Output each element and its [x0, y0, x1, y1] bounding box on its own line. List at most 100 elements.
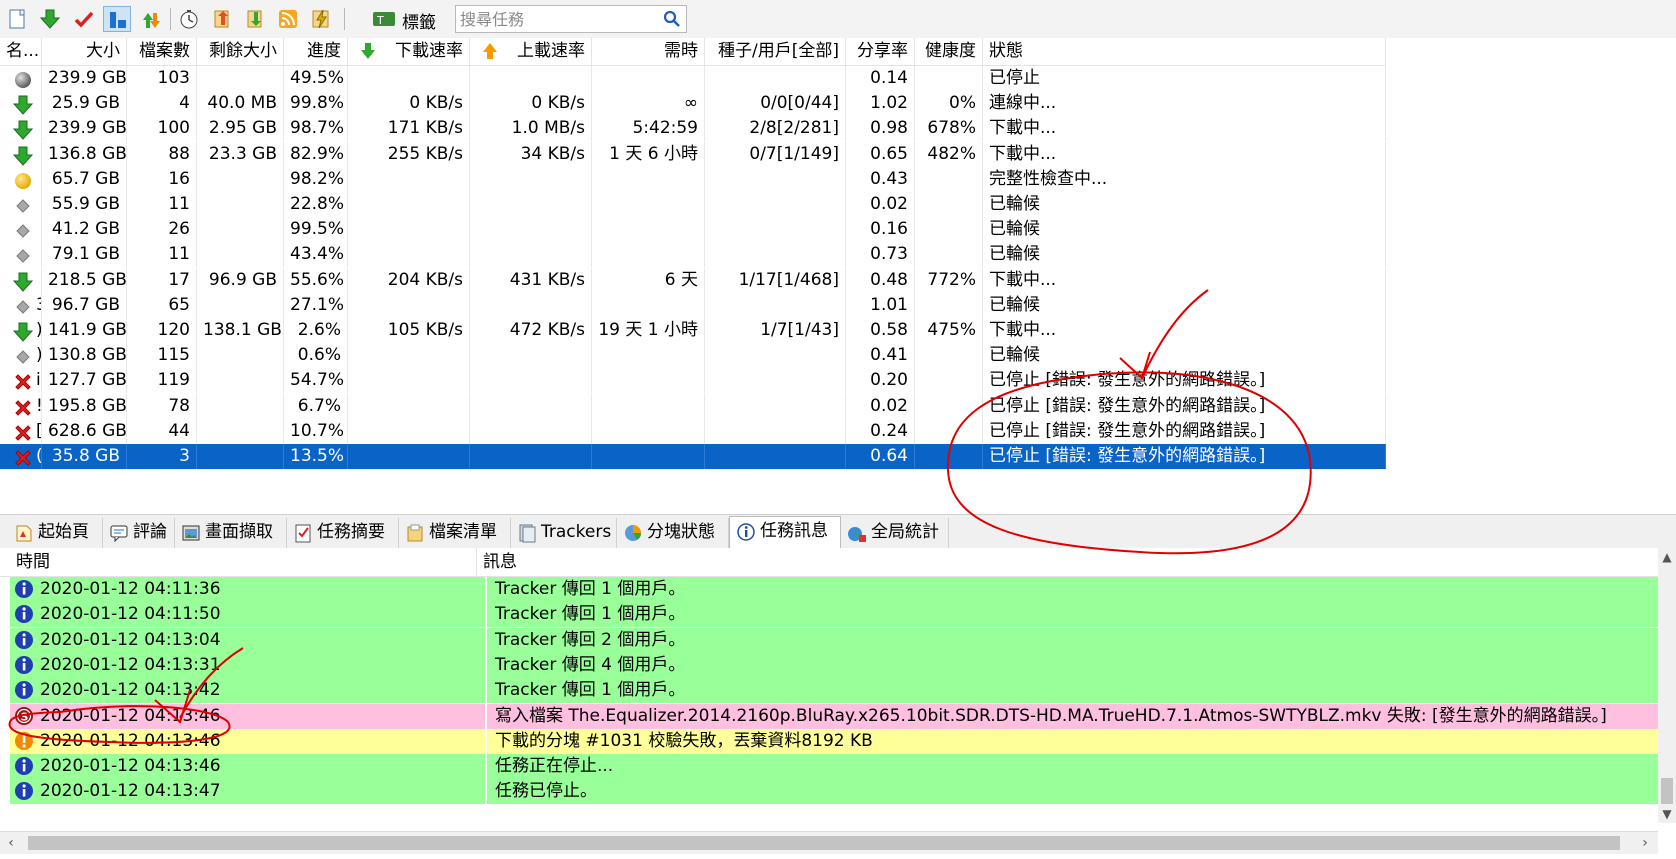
scroll-down-icon[interactable]: ▼	[1658, 805, 1676, 823]
torrent-down-cell: 255 KB/s	[348, 141, 470, 167]
torrent-row[interactable]: 25.9 GB 4 40.0 MB 99.8% 0 KB/s 0 KB/s ∞ 0/0[0/4…	[0, 91, 1386, 117]
torrent-remaining-cell	[197, 368, 284, 394]
torrent-up-cell	[470, 368, 592, 394]
column-header-remaining[interactable]: 剩餘大小	[197, 38, 284, 65]
torrent-eta-cell	[592, 166, 705, 192]
tab-task-summary[interactable]: 任務摘要	[287, 518, 399, 548]
layout-icon[interactable]	[103, 6, 131, 32]
column-header-name[interactable]: 名...	[0, 38, 42, 65]
torrent-row[interactable]: 239.9 GB 100 2.95 GB 98.7% 171 KB/s 1.0 MB/s 5…	[0, 116, 1386, 142]
column-header-progress[interactable]: 進度	[284, 38, 348, 65]
torrent-row[interactable]: ) 141.9 GB 120 138.1 GB 2.6% 105 KB/s 472 KB/s…	[0, 318, 1386, 343]
log-header-time[interactable]: 時間	[10, 548, 477, 576]
log-row[interactable]: 2020-01-12 04:11:36 Tracker 傳回 1 個用戶。	[10, 577, 1658, 602]
torrent-row[interactable]: ) 130.8 GB 115 0.6% 0.41 已輪候	[0, 343, 1386, 369]
torrent-row[interactable]: 79.1 GB 11 43.4% 0.73 已輪候	[0, 242, 1386, 268]
torrent-row[interactable]: 396.7 GB65 27.1% 1.01 已輪候	[0, 292, 1386, 318]
log-row[interactable]: 2020-01-12 04:13:46 任務正在停止...	[10, 754, 1658, 780]
torrent-health-cell	[915, 368, 983, 394]
tab-global-stats[interactable]: 全局統計	[841, 518, 949, 548]
torrent-row[interactable]: !195.8 GB78 6.7% 0.02 已停止 [錯誤: 發生意外的網路錯誤。]	[0, 393, 1386, 419]
timer-icon[interactable]	[175, 6, 203, 32]
torrent-row[interactable]: 136.8 GB 88 23.3 GB 82.9% 255 KB/s 34 KB/s 1 天…	[0, 141, 1386, 167]
column-header-files[interactable]: 檔案數	[127, 38, 197, 65]
tab-pie-chart[interactable]: 分塊狀態	[617, 518, 729, 548]
tab-trackers[interactable]: Trackers	[511, 518, 617, 548]
checkmark-icon[interactable]	[70, 6, 98, 32]
download-icon[interactable]	[36, 6, 64, 32]
log-row[interactable]: 2020-01-12 04:13:31 Tracker 傳回 4 個用戶。	[10, 652, 1658, 678]
log-row[interactable]: S 2020-01-12 04:13:46 寫入檔案 The.Equalizer.2…	[10, 703, 1658, 729]
scroll-up-icon[interactable]: ▲	[1658, 548, 1676, 566]
log-row[interactable]: 2020-01-12 04:13:04 Tracker 傳回 2 個用戶。	[10, 627, 1658, 653]
torrent-row[interactable]: 41.2 GB 26 99.5% 0.16 已輪候	[0, 217, 1386, 243]
torrent-down-cell	[348, 66, 470, 91]
tab-home-page[interactable]: 起始頁	[8, 518, 103, 548]
torrent-progress-cell: 99.8%	[284, 91, 348, 117]
column-header-health[interactable]: 健康度	[915, 38, 983, 65]
log-time: 2020-01-12 04:13:46	[40, 730, 221, 751]
torrent-size-cell: 96.7 GB	[42, 292, 127, 318]
log-row[interactable]: 2020-01-12 04:13:47 任務已停止。	[10, 779, 1658, 805]
speed-limit-icon[interactable]	[307, 6, 335, 32]
torrent-row[interactable]: 218.5 GB 17 96.9 GB 55.6% 204 KB/s 431 KB/s 6 …	[0, 267, 1386, 293]
search-input[interactable]	[458, 7, 662, 31]
log-row[interactable]: 2020-01-12 04:13:46 下載的分塊 #1031 校驗失敗，丟棄資料…	[10, 728, 1658, 754]
log-header-message[interactable]: 訊息	[477, 548, 1658, 576]
torrent-seeds-cell	[705, 166, 846, 192]
torrent-row[interactable]: i 127.7 GB 119 54.7% 0.20 已停止 [錯誤: 發生意外的網路錯誤。…	[0, 368, 1386, 394]
tab-label: 任務訊息	[760, 521, 828, 541]
torrent-health-cell	[915, 192, 983, 217]
torrent-row[interactable]: (35.8 GB 3 13.5% 0.64 已停止 [錯誤: 發生意外的網路錯誤。]	[0, 444, 1386, 469]
column-header-eta[interactable]: 需時	[592, 38, 705, 65]
torrent-eta-cell: 19 天 1 小時	[592, 318, 705, 343]
move-up-icon[interactable]	[208, 6, 236, 32]
scrollbar-thumb[interactable]	[28, 836, 1620, 850]
torrent-files-cell: 103	[127, 66, 197, 91]
torrent-seeds-cell: 0/0[0/44]	[705, 91, 846, 117]
scroll-left-icon[interactable]: ‹	[0, 832, 22, 854]
search-icon[interactable]	[663, 10, 681, 28]
search-box[interactable]	[455, 5, 687, 33]
tab-screenshot[interactable]: 畫面擷取	[175, 518, 287, 548]
torrent-seeds-cell	[705, 292, 846, 318]
torrent-health-cell	[915, 242, 983, 268]
torrent-row[interactable]: [628.6 GB 44 10.7% 0.24 已停止 [錯誤: 發生意外的網路錯誤。]	[0, 418, 1386, 444]
torrent-health-cell: 678%	[915, 116, 983, 142]
torrent-remaining-cell	[197, 343, 284, 369]
scrollbar-thumb[interactable]	[1661, 778, 1673, 804]
column-header-status[interactable]: 狀態	[983, 38, 1386, 65]
column-header-seeds[interactable]: 種子/用戶[全部]	[705, 38, 846, 65]
torrent-row[interactable]: 55.9 GB 11 22.8% 0.02 已輪候	[0, 192, 1386, 217]
torrent-name-cell	[0, 242, 42, 268]
torrent-row[interactable]: 65.7 GB 16 98.2% 0.43 完整性檢查中...	[0, 166, 1386, 192]
scroll-right-icon[interactable]: ›	[1634, 832, 1656, 854]
torrent-eta-cell	[592, 368, 705, 394]
column-header-size[interactable]: 大小	[42, 38, 127, 65]
torrent-list: 名... 大小 檔案數 剩餘大小 進度 下載速率 上載速率 需時 種子/用戶[全…	[0, 38, 1676, 514]
torrent-down-cell	[348, 292, 470, 318]
tab-file-list[interactable]: 檔案清單	[399, 518, 511, 548]
rss-icon[interactable]	[274, 6, 302, 32]
tab-info[interactable]: 任務訊息	[729, 516, 841, 549]
column-header-ratio[interactable]: 分享率	[846, 38, 915, 65]
column-header-down-speed[interactable]: 下載速率	[348, 38, 470, 65]
vertical-scrollbar[interactable]: ▲ ▼	[1658, 548, 1676, 823]
new-task-icon[interactable]	[4, 6, 32, 32]
column-header-up-speed[interactable]: 上載速率	[470, 38, 592, 65]
torrent-up-cell	[470, 418, 592, 444]
torrent-health-cell	[915, 66, 983, 91]
torrent-size-cell: 195.8 GB	[42, 393, 127, 419]
log-row[interactable]: 2020-01-12 04:13:42 Tracker 傳回 1 個用戶。	[10, 678, 1658, 704]
torrent-status-cell: 已停止 [錯誤: 發生意外的網路錯誤。]	[983, 368, 1386, 394]
torrent-size-cell: 41.2 GB	[42, 217, 127, 243]
tab-comment[interactable]: 評論	[103, 518, 175, 548]
log-row[interactable]: 2020-01-12 04:11:50 Tracker 傳回 1 個用戶。	[10, 602, 1658, 628]
move-down-icon[interactable]	[241, 6, 269, 32]
torrent-row[interactable]: 239.9 GB 103 49.5% 0.14 已停止	[0, 66, 1386, 91]
torrent-files-cell: 78	[127, 393, 197, 419]
info-icon	[14, 579, 34, 604]
horizontal-scrollbar[interactable]: ‹ ›	[0, 831, 1658, 854]
torrent-eta-cell	[592, 343, 705, 369]
sort-updown-icon[interactable]	[136, 6, 164, 32]
